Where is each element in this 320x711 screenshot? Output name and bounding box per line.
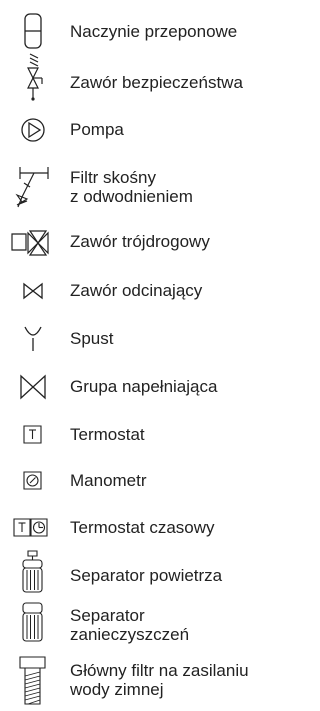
- legend-label: Zawór bezpieczeństwa: [70, 73, 243, 92]
- legend-item-shut-off-valve: Zawór odcinający: [0, 276, 281, 306]
- legend-item-air-separator: Separator powietrza: [0, 550, 281, 596]
- legend-item-safety-valve: Zawór bezpieczeństwa: [0, 52, 281, 102]
- legend-item-expansion-vessel: Naczynie przeponowe: [0, 12, 281, 50]
- legend-item-angled-filter: Filtr skośny z odwodnieniem: [0, 163, 281, 215]
- legend-label: Termostat: [70, 425, 145, 444]
- legend-item-main-cold-water-filter: Główny filtr na zasilaniu wody zimnej: [0, 655, 281, 707]
- legend-label: Zawór odcinający: [70, 281, 203, 300]
- drain-icon: [8, 323, 58, 355]
- dirt-separator-icon: [8, 601, 58, 647]
- legend-item-filling-group: Grupa napełniająca: [0, 370, 281, 404]
- symbol-legend: Naczynie przeponowe Zawór bezpieczeństwa: [0, 0, 281, 711]
- legend-item-pump: Pompa: [0, 115, 281, 145]
- main-cold-water-filter-icon: [8, 655, 58, 707]
- legend-item-pressure-gauge: Manometr: [0, 466, 281, 496]
- legend-label: Filtr skośny z odwodnieniem: [70, 168, 193, 206]
- legend-label: Separator powietrza: [70, 566, 223, 585]
- legend-item-drain: Spust: [0, 323, 281, 355]
- shut-off-valve-icon: [8, 276, 58, 306]
- legend-item-timer-thermostat: Termostat czasowy: [0, 513, 281, 543]
- legend-label: Grupa napełniająca: [70, 377, 218, 396]
- pump-icon: [8, 115, 58, 145]
- pressure-gauge-icon: [8, 466, 58, 496]
- angled-filter-with-drain-icon: [8, 165, 58, 213]
- legend-label: Pompa: [70, 120, 124, 139]
- legend-item-dirt-separator: Separator zanieczyszczeń: [0, 601, 281, 647]
- filling-group-icon: [8, 370, 58, 404]
- legend-label: Termostat czasowy: [70, 518, 215, 537]
- legend-item-thermostat: Termostat: [0, 420, 281, 450]
- legend-label: Naczynie przeponowe: [70, 22, 238, 41]
- legend-label: Główny filtr na zasilaniu wody zimnej: [70, 661, 249, 699]
- timer-thermostat-icon: [8, 513, 58, 543]
- thermostat-icon: [8, 420, 58, 450]
- legend-label: Zawór trójdrogowy: [70, 232, 210, 251]
- air-separator-icon: [8, 550, 58, 596]
- legend-label: Separator zanieczyszczeń: [70, 606, 190, 644]
- expansion-vessel-icon: [8, 12, 58, 50]
- legend-label: Spust: [70, 329, 114, 348]
- three-way-valve-icon: [8, 228, 58, 258]
- safety-valve-icon: [8, 52, 58, 102]
- legend-label: Manometr: [70, 471, 147, 490]
- legend-item-three-way-valve: Zawór trójdrogowy: [0, 228, 281, 258]
